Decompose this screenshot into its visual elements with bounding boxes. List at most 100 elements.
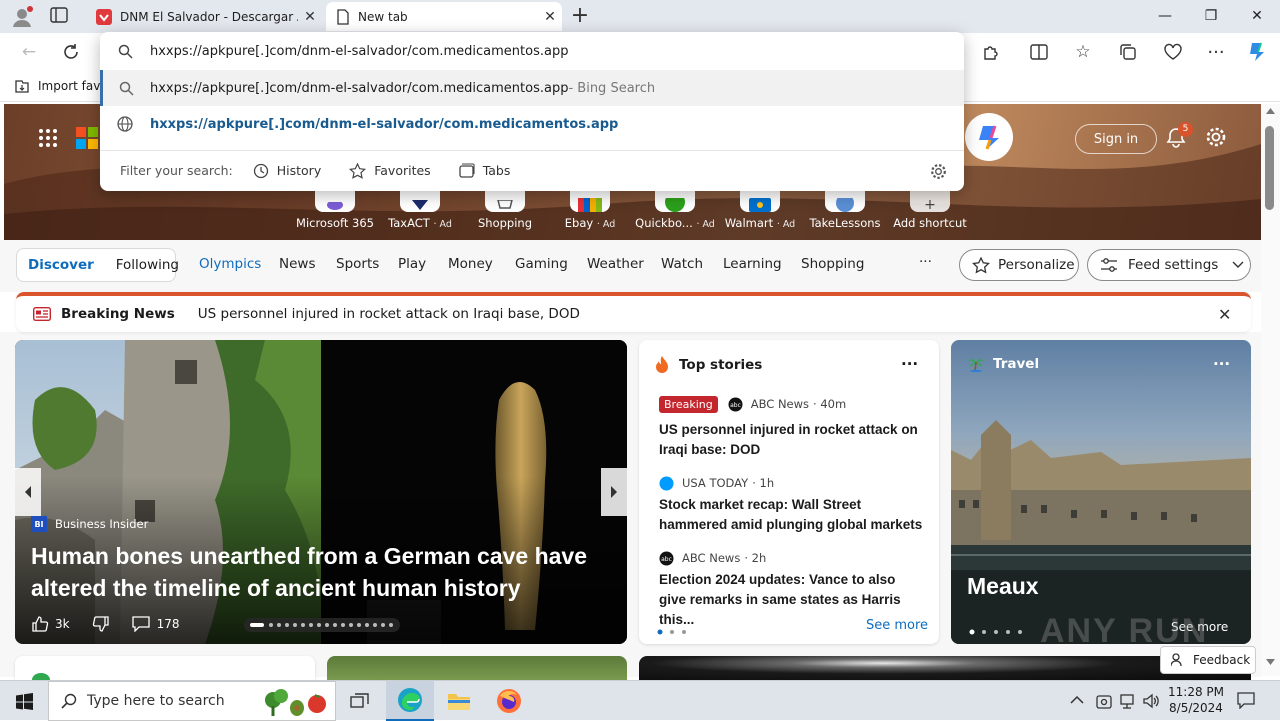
nav-news[interactable]: News [279,256,315,272]
abc-news-logo-icon: abc [728,397,743,411]
ad-label: · Ad [696,219,715,230]
more-options-button[interactable]: ··· [1213,355,1230,373]
minimize-button[interactable]: — [1142,0,1188,32]
restore-button[interactable]: ❐ [1188,0,1234,32]
nav-olympics[interactable]: Olympics [199,256,261,272]
notifications-button[interactable]: 5 [1165,122,1193,150]
story-item[interactable]: USA TODAY · 1h Stock market recap: Wall … [659,473,924,535]
feedback-person-icon [1171,653,1182,667]
network-icon[interactable] [1119,692,1137,714]
taskbar-clock[interactable]: 11:28 PM 8/5/2024 [1164,684,1228,716]
back-icon[interactable]: ← [14,37,44,67]
show-hidden-icons-button[interactable] [1070,693,1084,708]
tab-close-button[interactable]: ✕ [298,9,322,25]
profile-icon[interactable] [10,5,34,29]
nav-learning[interactable]: Learning [723,256,782,272]
taskbar-search-box[interactable]: Type here to search [48,681,336,721]
refresh-icon[interactable] [56,37,86,67]
nav-shopping[interactable]: Shopping [801,256,864,272]
taskbar-firefox[interactable] [485,681,533,721]
tab-apkpure[interactable]: DNM El Salvador - Descargar APK para And… [86,2,322,31]
tab-close-button[interactable]: ✕ [538,9,562,25]
story-headline[interactable]: Human bones unearthed from a German cave… [31,540,621,604]
story-source: ABC News [682,551,741,565]
nav-play[interactable]: Play [398,256,426,272]
extensions-icon[interactable] [976,37,1006,67]
ad-label: · Ad [433,219,452,230]
comment-icon[interactable] [131,616,150,632]
sign-in-button[interactable]: Sign in [1075,124,1157,154]
nav-more-button[interactable]: ··· [919,254,932,270]
tab-following[interactable]: Following [116,257,179,273]
microsoft-logo-icon[interactable] [76,127,98,149]
thumbs-up-icon[interactable] [31,615,49,633]
page-settings-icon[interactable] [1205,126,1229,150]
suggestion-url[interactable]: hxxps://apkpure[.]com/dnm-el-salvador/co… [100,106,964,142]
split-screen-icon[interactable] [1024,37,1054,67]
story-source: ABC News [750,397,810,411]
thumbs-down-icon[interactable] [92,615,110,633]
taskbar-file-explorer[interactable] [435,681,483,721]
scroll-up-icon[interactable] [1266,108,1275,114]
close-icon[interactable]: ✕ [1218,305,1231,324]
breaking-news-bar[interactable]: Breaking News US personnel injured in ro… [16,292,1251,332]
task-view-button[interactable] [336,681,384,721]
main-story-card[interactable]: BI Business Insider Human bones unearthe… [15,340,627,644]
carousel-next-button[interactable] [601,468,627,516]
filter-tabs-button[interactable]: Tabs [459,163,510,178]
browser-essentials-icon[interactable] [1158,37,1188,67]
search-settings-icon[interactable] [930,163,947,183]
breaking-headline[interactable]: US personnel injured in rocket attack on… [198,306,580,322]
carousel-indicator[interactable] [244,618,400,632]
filter-history-label: History [276,163,322,178]
filter-favorites-button[interactable]: Favorites [349,162,431,179]
tab-new-tab[interactable]: New tab ✕ [326,2,562,31]
tab-actions-icon[interactable] [50,7,70,25]
favorites-star-icon[interactable]: ☆ [1068,37,1098,67]
start-button[interactable] [0,681,48,721]
travel-card[interactable]: Travel ··· Meaux See more [951,340,1251,644]
weather-card[interactable] [15,656,315,680]
search-icon [61,693,77,709]
search-icon [100,44,150,59]
copilot-icon[interactable] [1243,37,1273,67]
security-tray-icon[interactable] [1096,692,1112,714]
filter-favorites-label: Favorites [374,163,431,178]
suggestion-bing-search[interactable]: hxxps://apkpure[.]com/dnm-el-salvador/co… [100,70,964,106]
travel-title[interactable]: Meaux [967,573,1039,600]
nav-watch[interactable]: Watch [661,256,703,272]
nav-money[interactable]: Money [448,256,493,272]
app-launcher-icon[interactable] [38,128,58,148]
feedback-button[interactable]: Feedback [1160,646,1256,674]
import-favorites-button[interactable]: Import favo [14,78,108,94]
story-source[interactable]: BI Business Insider [31,516,148,532]
feed-settings-button[interactable]: Feed settings [1087,249,1251,281]
scrollbar-thumb[interactable] [1265,126,1274,210]
filter-history-button[interactable]: History [253,163,321,179]
address-input-row[interactable]: hxxps://apkpure[.]com/dnm-el-salvador/co… [100,33,964,69]
page-dots[interactable] [969,624,1025,639]
settings-more-icon[interactable]: ··· [1201,37,1231,67]
more-options-button[interactable]: ··· [901,355,918,373]
scroll-down-icon[interactable] [1266,659,1275,665]
address-input[interactable]: hxxps://apkpure[.]com/dnm-el-salvador/co… [150,44,568,59]
story-item[interactable]: Breaking abc ABC News · 40m US personnel… [659,394,924,460]
volume-icon[interactable] [1142,692,1160,714]
nav-gaming[interactable]: Gaming [515,256,568,272]
new-tab-button[interactable]: + [568,3,592,29]
notification-center-icon[interactable] [1237,691,1255,713]
taskbar-edge[interactable] [386,681,434,721]
nav-sports[interactable]: Sports [336,256,379,272]
close-window-button[interactable]: ✕ [1234,0,1280,32]
collections-icon[interactable] [1113,37,1143,67]
tab-discover[interactable]: Discover [28,257,94,273]
personalize-button[interactable]: Personalize [959,249,1079,281]
page-dots[interactable] [657,624,691,639]
star-icon [349,162,367,179]
page-scrollbar[interactable] [1261,104,1280,676]
carousel-prev-button[interactable] [15,468,41,516]
see-more-link[interactable]: See more [866,618,928,633]
nav-weather[interactable]: Weather [587,256,644,272]
copilot-button[interactable] [965,113,1013,161]
news-card-image[interactable] [327,656,627,680]
